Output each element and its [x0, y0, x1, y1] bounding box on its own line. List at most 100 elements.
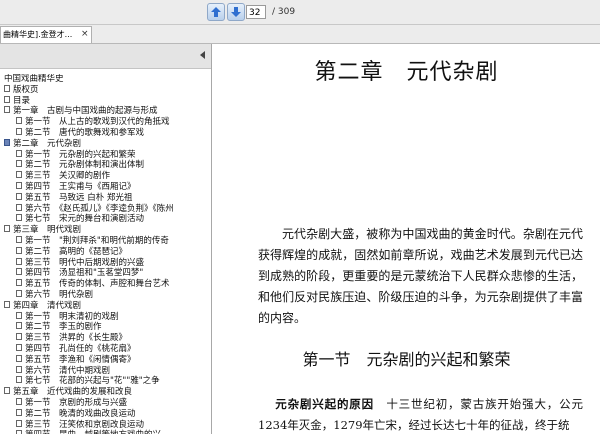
bookmark-page-icon	[4, 138, 10, 146]
collapse-sidebar-icon[interactable]	[200, 51, 205, 59]
bookmark-item[interactable]: 第一节 "荆刘拜杀"和明代前期的传奇	[16, 236, 169, 247]
bookmark-item[interactable]: 第五章 近代戏曲的发展和改良	[4, 387, 132, 398]
bookmark-label: 第二节 晚清的戏曲改良运动	[25, 408, 136, 419]
bookmark-page-icon	[4, 95, 10, 103]
bookmark-label: 第一节 元杂剧的兴起和繁荣	[25, 149, 136, 160]
bookmark-label: 第二章 元代杂剧	[13, 138, 82, 149]
body-paragraph-2: 元杂剧兴起的原因 十三世纪初，蒙古族开始强大，公元1234年灭金，1279年亡宋…	[258, 394, 583, 434]
document-tab-label: 曲精华史].金登才...	[3, 30, 73, 39]
document-view: 第二章 元代杂剧 元代杂剧大盛，被称为中国戏曲的黄金时代。杂剧在元代获得辉煌的成…	[213, 44, 600, 434]
bookmark-label: 第一节 "荆刘拜杀"和明代前期的传奇	[25, 236, 169, 246]
bookmark-item[interactable]: 第一章 古剧与中国戏曲的起源与形成	[4, 106, 158, 117]
bookmark-item[interactable]: 第六节 《赵氏孤儿》《李逵负荆》《陈州	[16, 203, 174, 215]
bookmark-label: 第五节 李渔和《闲情偶寄》	[25, 354, 136, 365]
section-title: 第一节 元杂剧的兴起和繁荣	[302, 350, 511, 369]
bookmark-page-icon	[16, 128, 22, 135]
page-number-input[interactable]: 32	[246, 5, 266, 19]
bookmark-page-icon	[16, 419, 22, 427]
bookmark-item[interactable]: 第七节 宋元的舞台和演剧活动	[16, 214, 144, 225]
bookmark-label: 第三节 汪笑侬和京剧改良运动	[25, 419, 145, 430]
bookmark-label: 第六节 明代杂剧	[25, 290, 94, 300]
bookmark-label: 中国戏曲精华史	[4, 74, 64, 84]
bookmark-page-icon	[16, 214, 22, 222]
bookmark-page-icon	[16, 246, 22, 254]
bookmark-page-icon	[16, 279, 22, 287]
bookmark-label: 第五节 马致远 白朴 郑光祖	[25, 192, 133, 203]
sidebar-header	[0, 44, 211, 69]
bookmark-label: 第三章 明代戏剧	[13, 225, 82, 236]
bookmark-item[interactable]: 第三节 关汉卿的剧作	[16, 171, 110, 182]
bookmark-page-icon	[16, 365, 22, 373]
bookmark-page-icon	[16, 333, 22, 341]
bookmark-label: 第二节 元杂剧体制和演出体制	[25, 160, 145, 171]
bookmark-label: 第一节 从上古的歌戏到汉代的角抵戏	[25, 117, 170, 128]
bookmark-item[interactable]: 第四节 昆曲、越剧等地方戏曲的兴	[16, 430, 161, 434]
bookmark-label: 第四节 孔尚任的《桃花扇》	[25, 344, 136, 354]
bookmark-item[interactable]: 第六节 清代中期戏剧	[16, 365, 111, 377]
bookmark-label: 第五章 近代戏曲的发展和改良	[13, 387, 133, 398]
bookmark-label: 第一节 明末清初的戏剧	[25, 311, 119, 322]
bookmark-page-icon	[4, 300, 10, 308]
bookmark-item[interactable]: 第四节 孔尚任的《桃花扇》	[16, 344, 136, 355]
toolbar: 32 / 309	[0, 0, 600, 25]
bookmark-item[interactable]: 第五节 传奇的体制、声腔和舞台艺术	[16, 279, 170, 290]
bookmark-page-icon	[16, 171, 22, 179]
bookmark-item[interactable]: 第五节 马致远 白朴 郑光祖	[16, 192, 133, 204]
bookmark-label: 第二节 唐代的歌舞戏和参军戏	[25, 128, 145, 138]
bookmark-item[interactable]: 第四节 汤显祖和"玉茗堂四梦"	[16, 268, 143, 279]
bookmark-item[interactable]: 第四章 清代戏剧	[4, 300, 81, 312]
bookmark-page-icon	[16, 354, 22, 362]
bookmark-item[interactable]: 第七节 花部的兴起与"花""雅"之争	[16, 376, 160, 387]
bookmark-label: 第四节 昆曲、越剧等地方戏曲的兴	[25, 430, 161, 434]
bookmark-page-icon	[16, 117, 22, 125]
bookmark-page-icon	[16, 160, 22, 168]
bookmark-page-icon	[4, 84, 10, 92]
bookmark-item[interactable]: 第三节 明代中后期戏剧的兴盛	[16, 257, 145, 269]
bookmark-label: 第三节 关汉卿的剧作	[25, 171, 111, 182]
bookmark-label: 第四节 汤显祖和"玉茗堂四梦"	[25, 268, 144, 279]
bookmark-item[interactable]: 第二节 李玉的剧作	[16, 322, 102, 333]
bookmark-item[interactable]: 第五节 李渔和《闲情偶寄》	[16, 354, 136, 366]
bookmark-page-icon	[16, 430, 22, 434]
bookmark-page-icon	[16, 236, 22, 243]
bookmark-label: 第四节 王实甫与《西厢记》	[25, 182, 136, 192]
bookmark-item[interactable]: 第三章 明代戏剧	[4, 225, 81, 236]
bookmark-page-icon	[16, 149, 22, 157]
bookmark-label: 第六节 《赵氏孤儿》《李逵负荆》《陈州	[25, 203, 174, 214]
previous-page-button[interactable]	[207, 3, 225, 21]
bookmark-item[interactable]: 第六节 明代杂剧	[16, 290, 93, 301]
bookmark-label: 第三节 明代中后期戏剧的兴盛	[25, 257, 145, 268]
bookmark-label: 目录	[13, 95, 31, 106]
bookmark-item[interactable]: 第三节 汪笑侬和京剧改良运动	[16, 419, 145, 431]
bookmark-page-icon	[16, 322, 22, 330]
document-tab[interactable]: 曲精华史].金登才... ×	[0, 26, 92, 43]
bookmark-page-icon	[16, 408, 22, 416]
bookmark-label: 第五节 传奇的体制、声腔和舞台艺术	[25, 279, 170, 290]
bookmark-item[interactable]: 第四节 王实甫与《西厢记》	[16, 182, 136, 193]
bookmark-label: 第七节 宋元的舞台和演剧活动	[25, 214, 145, 225]
chapter-title: 第二章 元代杂剧	[314, 60, 499, 85]
bookmark-item[interactable]: 第一节 元杂剧的兴起和繁荣	[16, 149, 136, 161]
bookmark-item[interactable]: 第二节 高明的《琵琶记》	[16, 246, 127, 258]
bookmark-page-icon	[16, 376, 22, 384]
bookmark-item[interactable]: 第二节 元杂剧体制和演出体制	[16, 160, 144, 171]
bookmark-item[interactable]: 第一节 明末清初的戏剧	[16, 311, 119, 323]
bookmark-item[interactable]: 版权页	[4, 84, 39, 96]
bookmark-item[interactable]: 第二节 唐代的歌舞戏和参军戏	[16, 128, 144, 139]
bookmark-item[interactable]: 第一节 从上古的歌戏到汉代的角抵戏	[16, 117, 170, 128]
bookmark-item[interactable]: 第二章 元代杂剧	[4, 138, 82, 150]
paragraph-heading: 元杂剧兴起的原因	[275, 397, 374, 411]
bookmark-page-icon	[16, 203, 22, 211]
bookmark-page-icon	[4, 225, 10, 233]
bookmark-item[interactable]: 第二节 晚清的戏曲改良运动	[16, 408, 136, 420]
bookmark-label: 版权页	[13, 84, 39, 95]
bookmark-item[interactable]: 中国戏曲精华史	[4, 74, 64, 85]
bookmark-page-icon	[16, 311, 22, 319]
next-page-button[interactable]	[227, 3, 245, 21]
bookmark-page-icon	[16, 290, 22, 297]
bookmark-label: 第六节 清代中期戏剧	[25, 365, 111, 376]
bookmark-item[interactable]: 第一节 京剧的形成与兴盛	[16, 398, 127, 409]
bookmark-item[interactable]: 目录	[4, 95, 31, 107]
bookmark-item[interactable]: 第三节 洪昇的《长生殿》	[16, 333, 127, 344]
close-tab-icon[interactable]: ×	[81, 27, 89, 42]
